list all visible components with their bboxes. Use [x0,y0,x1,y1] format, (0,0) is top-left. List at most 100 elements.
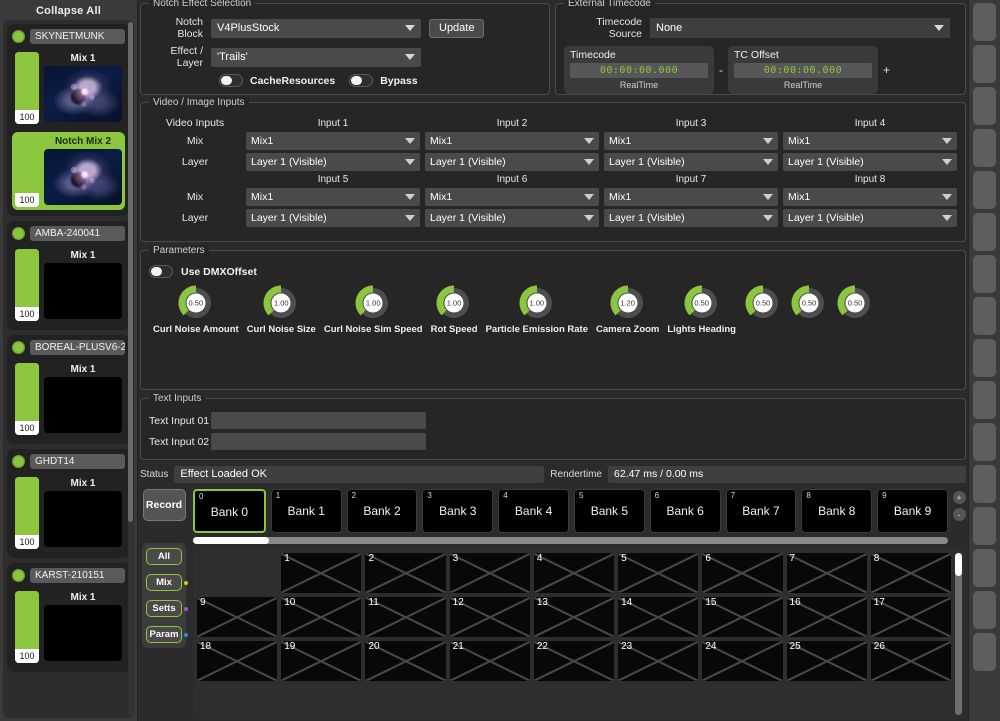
slot-cell[interactable]: 8 [870,553,951,593]
fixture-card[interactable]: KARST-210151 100 Mix 1 [7,563,130,672]
fixture-name[interactable]: GHDT14 [30,454,125,469]
bank-zoom-out-button[interactable]: - [952,508,966,521]
collapse-all-button[interactable]: Collapse All [3,2,134,20]
mix-row[interactable]: 100 Mix 1 [12,49,125,127]
slot-cell[interactable]: 10 [281,597,362,637]
slot-cell[interactable]: 20 [365,641,446,681]
fixture-name[interactable]: SKYNETMUNK [30,29,125,44]
mix-row[interactable]: 100 Mix 1 [12,588,125,666]
bank-button[interactable]: 5 Bank 5 [573,489,645,533]
mix-thumbnail[interactable] [44,263,122,319]
rail-tab[interactable] [973,507,996,545]
mix-row[interactable]: 100 Mix 1 [12,246,125,324]
slot-cell[interactable]: 5 [618,553,699,593]
fixture-name[interactable]: AMBA-240041 [30,226,125,241]
slot-cell[interactable]: 11 [365,597,446,637]
input-layer-dropdown[interactable]: Layer 1 (Visible) [604,153,778,171]
slot-cell[interactable]: 4 [533,553,615,593]
slot-cell[interactable]: 3 [449,553,530,593]
text-input-field[interactable] [211,412,426,429]
fixture-card[interactable]: SKYNETMUNK 100 Mix 1 100 Notch Mix 2 [7,24,130,216]
rail-tab[interactable] [973,549,996,587]
fixture-name[interactable]: KARST-210151 [30,568,125,583]
rail-tab[interactable] [973,633,996,671]
text-input-field[interactable] [211,433,426,450]
slot-cell[interactable]: 15 [702,597,783,637]
slot-cell[interactable]: 17 [870,597,951,637]
input-mix-dropdown[interactable]: Mix1 [425,188,599,206]
sidebar-scrollbar[interactable] [128,22,133,716]
input-mix-dropdown[interactable]: Mix1 [783,188,957,206]
intensity-fader[interactable]: 100 [15,363,39,435]
input-layer-dropdown[interactable]: Layer 1 (Visible) [604,209,778,227]
parameter-knob[interactable]: 1.00 [435,284,473,322]
slot-cell[interactable]: 12 [449,597,530,637]
filter-button[interactable]: Mix [146,574,188,591]
bank-button[interactable]: 0 Bank 0 [193,489,266,533]
rail-tab[interactable] [973,423,996,461]
effect-layer-dropdown[interactable]: 'Trails' [211,47,421,67]
slot-cell[interactable]: 16 [786,597,867,637]
timecode-plus-button[interactable]: + [878,63,895,77]
rail-tab[interactable] [973,297,996,335]
rail-tab[interactable] [973,381,996,419]
intensity-fader[interactable]: 100 [15,591,39,663]
mix-row[interactable]: 100 Notch Mix 2 [12,132,125,210]
input-mix-dropdown[interactable]: Mix1 [425,132,599,150]
bank-button[interactable]: 6 Bank 6 [649,489,721,533]
input-layer-dropdown[interactable]: Layer 1 (Visible) [425,209,599,227]
tc-offset-value[interactable]: 00:00:00.000 [734,63,872,78]
banks-scrollbar-thumb[interactable] [193,537,269,544]
slot-cell[interactable]: 19 [281,641,362,681]
slot-cell[interactable]: 2 [365,553,446,593]
slot-cell[interactable]: 14 [618,597,699,637]
fixture-card[interactable]: AMBA-240041 100 Mix 1 [7,221,130,330]
use-dmx-offset-toggle[interactable] [149,265,173,278]
intensity-fader[interactable]: 100 [15,135,39,207]
slot-cell[interactable]: 24 [702,641,783,681]
bank-button[interactable]: 7 Bank 7 [725,489,797,533]
timecode-minus-button[interactable]: - [714,63,728,77]
mix-row[interactable]: 100 Mix 1 [12,360,125,438]
rail-tab[interactable] [973,255,996,293]
filter-button[interactable]: Setts [146,600,188,617]
bank-button[interactable]: 1 Bank 1 [270,489,342,533]
rail-tab[interactable] [973,213,996,251]
parameter-knob[interactable]: 0.50 [177,284,215,322]
parameter-knob[interactable]: 1.00 [354,284,392,322]
slot-cell[interactable]: 6 [702,553,783,593]
rail-tab[interactable] [973,465,996,503]
intensity-fader[interactable]: 100 [15,249,39,321]
bank-button[interactable]: 9 Bank 9 [877,489,948,533]
filter-button[interactable]: All [146,548,182,565]
rail-tab[interactable] [973,3,996,41]
bank-button[interactable]: 4 Bank 4 [498,489,569,533]
rail-tab[interactable] [973,129,996,167]
rail-tab[interactable] [973,591,996,629]
rail-tab[interactable] [973,339,996,377]
bank-button[interactable]: 2 Bank 2 [346,489,418,533]
input-mix-dropdown[interactable]: Mix1 [604,132,778,150]
update-button[interactable]: Update [429,18,485,38]
fixture-card[interactable]: BOREAL-PLUSV6-2 100 Mix 1 [7,335,130,444]
timecode-value[interactable]: 00:00:00.000 [570,63,708,78]
slot-cell[interactable]: 1 [281,553,362,593]
parameter-knob[interactable]: 1.20 [609,284,647,322]
slot-cell[interactable]: 26 [870,641,951,681]
bank-zoom-in-button[interactable]: + [952,491,966,504]
fixture-card[interactable]: GHDT14 100 Mix 1 [7,449,130,558]
slot-cell[interactable]: 25 [786,641,867,681]
mix-thumbnail[interactable] [44,605,122,661]
parameter-knob[interactable]: 0.50 [836,284,874,322]
intensity-fader[interactable]: 100 [15,52,39,124]
bank-button[interactable]: 3 Bank 3 [422,489,494,533]
sidebar-scrollbar-thumb[interactable] [128,22,133,522]
slots-scrollbar[interactable] [955,553,962,715]
parameter-knob[interactable]: 0.50 [790,284,828,322]
mix-row[interactable]: 100 Mix 1 [12,474,125,552]
mix-thumbnail[interactable] [44,377,122,433]
input-layer-dropdown[interactable]: Layer 1 (Visible) [783,153,957,171]
input-layer-dropdown[interactable]: Layer 1 (Visible) [783,209,957,227]
slot-cell[interactable]: 23 [618,641,699,681]
fixture-name[interactable]: BOREAL-PLUSV6-2 [30,340,125,355]
